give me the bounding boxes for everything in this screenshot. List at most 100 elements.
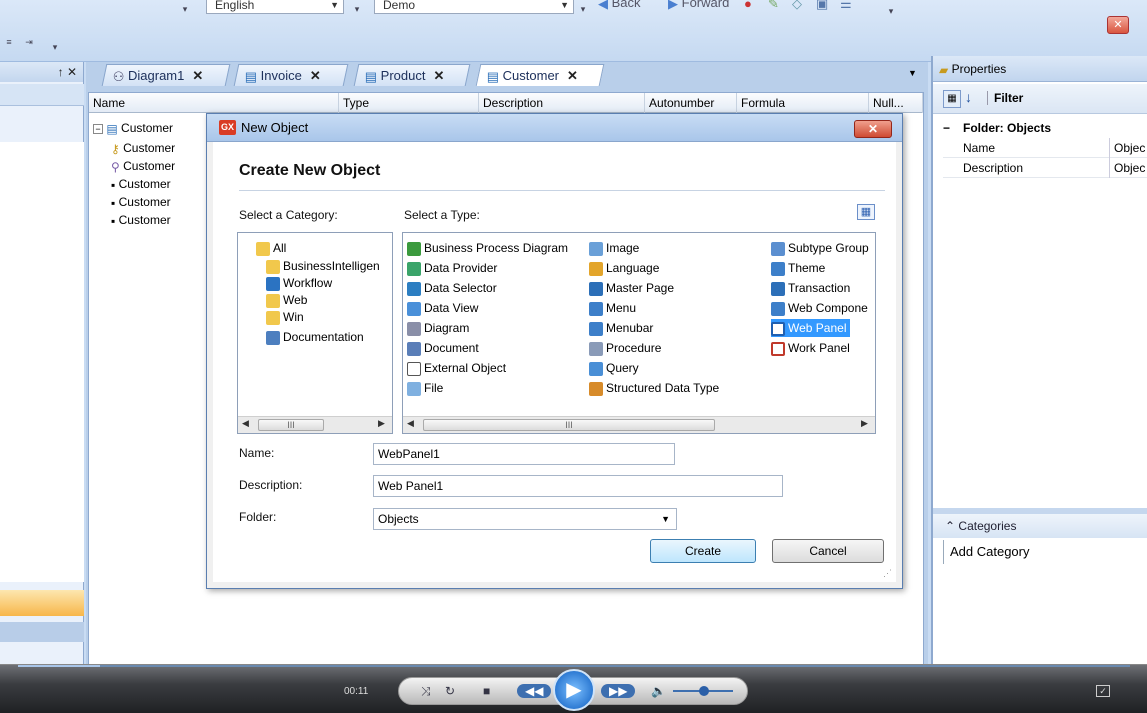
environment-combo[interactable]: Demo ▼ [374,0,574,14]
description-input[interactable]: Web Panel1 [373,475,783,497]
type-item-diagram[interactable]: Diagram [407,319,469,337]
type-item-file[interactable]: File [407,379,443,397]
toolbar-grip-icon[interactable]: ▾ [50,40,60,54]
categorized-view-icon[interactable]: ▦ [943,90,961,108]
stop-icon[interactable]: ● [744,0,752,11]
close-icon[interactable]: ✕ [433,68,444,83]
type-item-data-provider[interactable]: Data Provider [407,259,497,277]
type-item-web-panel[interactable]: Web Panel [771,319,851,337]
sort-alphabetical-icon[interactable]: ↓ [965,89,972,105]
type-item-transaction[interactable]: Transaction [771,279,850,297]
close-icon[interactable]: ✕ [192,68,203,83]
repeat-icon[interactable]: ↻ [445,684,455,698]
column-header-description[interactable]: Description [479,93,645,113]
type-item-menubar[interactable]: Menubar [589,319,653,337]
tab-invoice[interactable]: ▤ Invoice ✕ [233,64,349,86]
previous-icon[interactable]: ◀◀ [517,684,552,698]
tree-row[interactable]: ▪ Customer [111,175,171,194]
property-value[interactable]: Objec [1109,138,1145,158]
column-header-autonumber[interactable]: Autonumber [645,93,737,113]
type-item-procedure[interactable]: Procedure [589,339,661,357]
window-icon[interactable]: ▣ [816,0,828,12]
close-icon[interactable]: ✕ [310,68,321,83]
name-input[interactable]: WebPanel1 [373,443,675,465]
category-item-workflow[interactable]: Workflow [266,274,332,292]
shuffle-icon[interactable]: ⤨ [421,684,431,699]
folder-select[interactable]: Objects ▼ [373,508,677,530]
property-value[interactable]: Objec [1109,158,1145,178]
type-item-query[interactable]: Query [589,359,639,377]
type-item-menu[interactable]: Menu [589,299,636,317]
category-item-win[interactable]: Win [266,308,304,326]
collapse-up-icon[interactable]: ⌃ [945,519,955,533]
close-icon[interactable]: ✕ [567,68,578,83]
volume-icon[interactable]: 🔈 [651,684,666,698]
create-button[interactable]: Create [650,539,756,563]
type-item-data-view[interactable]: Data View [407,299,478,317]
dialog-title-bar[interactable]: GX New Object ✕ [207,114,902,142]
category-horizontal-scrollbar[interactable]: ◀ III ▶ [238,416,392,433]
column-header-type[interactable]: Type [339,93,479,113]
scroll-thumb[interactable]: III [258,419,324,431]
toolbar-grip-icon[interactable]: ▾ [578,2,588,16]
language-combo[interactable]: English ▼ [206,0,344,14]
type-item-business-process-diagram[interactable]: Business Process Diagram [407,239,568,257]
column-header-formula[interactable]: Formula [737,93,869,113]
resize-grip-icon[interactable]: ⋰ [883,568,892,579]
add-category-button[interactable]: Add Category [943,540,1053,564]
seek-bar[interactable] [18,665,1130,667]
property-section[interactable]: − Folder: Objects [943,118,1147,138]
collapse-icon[interactable]: − [943,118,950,138]
list-icon[interactable]: ☰ [840,0,852,12]
collapse-icon[interactable]: − [93,124,103,134]
type-item-master-page[interactable]: Master Page [589,279,674,297]
category-item-web[interactable]: Web [266,291,307,309]
scroll-right-icon[interactable]: ▶ [861,418,868,429]
tree-row[interactable]: − ▤ Customer [93,119,173,138]
dialog-close-button[interactable]: ✕ [854,120,892,138]
tree-row[interactable]: ▪ Customer [111,193,171,212]
window-close-button[interactable]: ✕ [1107,16,1129,34]
tool-icon[interactable]: ✎ [768,0,779,12]
property-row[interactable]: Name Objec [943,138,1147,158]
toolbar-grip-icon[interactable]: ▾ [180,2,190,16]
toolbar-grip-icon[interactable]: ▾ [352,2,362,16]
cancel-button[interactable]: Cancel [772,539,884,563]
scroll-thumb[interactable]: III [423,419,715,431]
type-item-structured-data-type[interactable]: Structured Data Type [589,379,719,397]
tree-row[interactable]: ⚲ Customer [111,157,175,176]
view-mode-grid-icon[interactable]: ▦ [857,204,875,220]
category-item-businessintelligence[interactable]: BusinessIntelligen [266,257,380,275]
scroll-left-icon[interactable]: ◀ [407,418,414,429]
column-header-name[interactable]: Name [89,93,339,113]
type-item-external-object[interactable]: External Object [407,359,506,377]
stop-icon[interactable]: ■ [483,684,490,698]
indent-right-icon[interactable]: ⇥ [24,35,34,49]
tab-product[interactable]: ▤ Product ✕ [353,64,471,86]
left-panel-pin-close[interactable]: ↑ ✕ [0,62,83,82]
forward-button[interactable]: ▶ Forward [668,0,729,12]
category-item-documentation[interactable]: Documentation [266,328,364,346]
filter-button[interactable]: Filter [987,91,1023,105]
next-icon[interactable]: ▶▶ [601,684,636,698]
tab-diagram1[interactable]: ⚇ Diagram1 ✕ [101,64,231,86]
type-item-language[interactable]: Language [589,259,659,277]
fullscreen-toggle-icon[interactable]: ✓ [1096,685,1110,697]
tree-row[interactable]: ▪ Customer [111,211,171,230]
tree-row[interactable]: ⚷ Customer [111,139,175,158]
category-item-all[interactable]: All [256,239,286,257]
type-item-image[interactable]: Image [589,239,639,257]
tab-customer[interactable]: ▤ Customer ✕ [475,64,605,86]
volume-slider-knob[interactable] [699,686,709,696]
type-item-work-panel[interactable]: Work Panel [771,339,850,357]
type-horizontal-scrollbar[interactable]: ◀ III ▶ [403,416,875,433]
back-button[interactable]: ◀ Back [598,0,641,12]
indent-icon[interactable]: ≡ [4,35,14,49]
type-item-document[interactable]: Document [407,339,479,357]
categories-header[interactable]: ⌃ Categories [933,514,1147,538]
toolbar-grip-icon[interactable]: ▾ [886,4,896,18]
tab-list-chevron-icon[interactable]: ▼ [908,68,917,78]
scroll-left-icon[interactable]: ◀ [242,418,249,429]
tag-icon[interactable]: ◇ [792,0,802,12]
scroll-right-icon[interactable]: ▶ [378,418,385,429]
